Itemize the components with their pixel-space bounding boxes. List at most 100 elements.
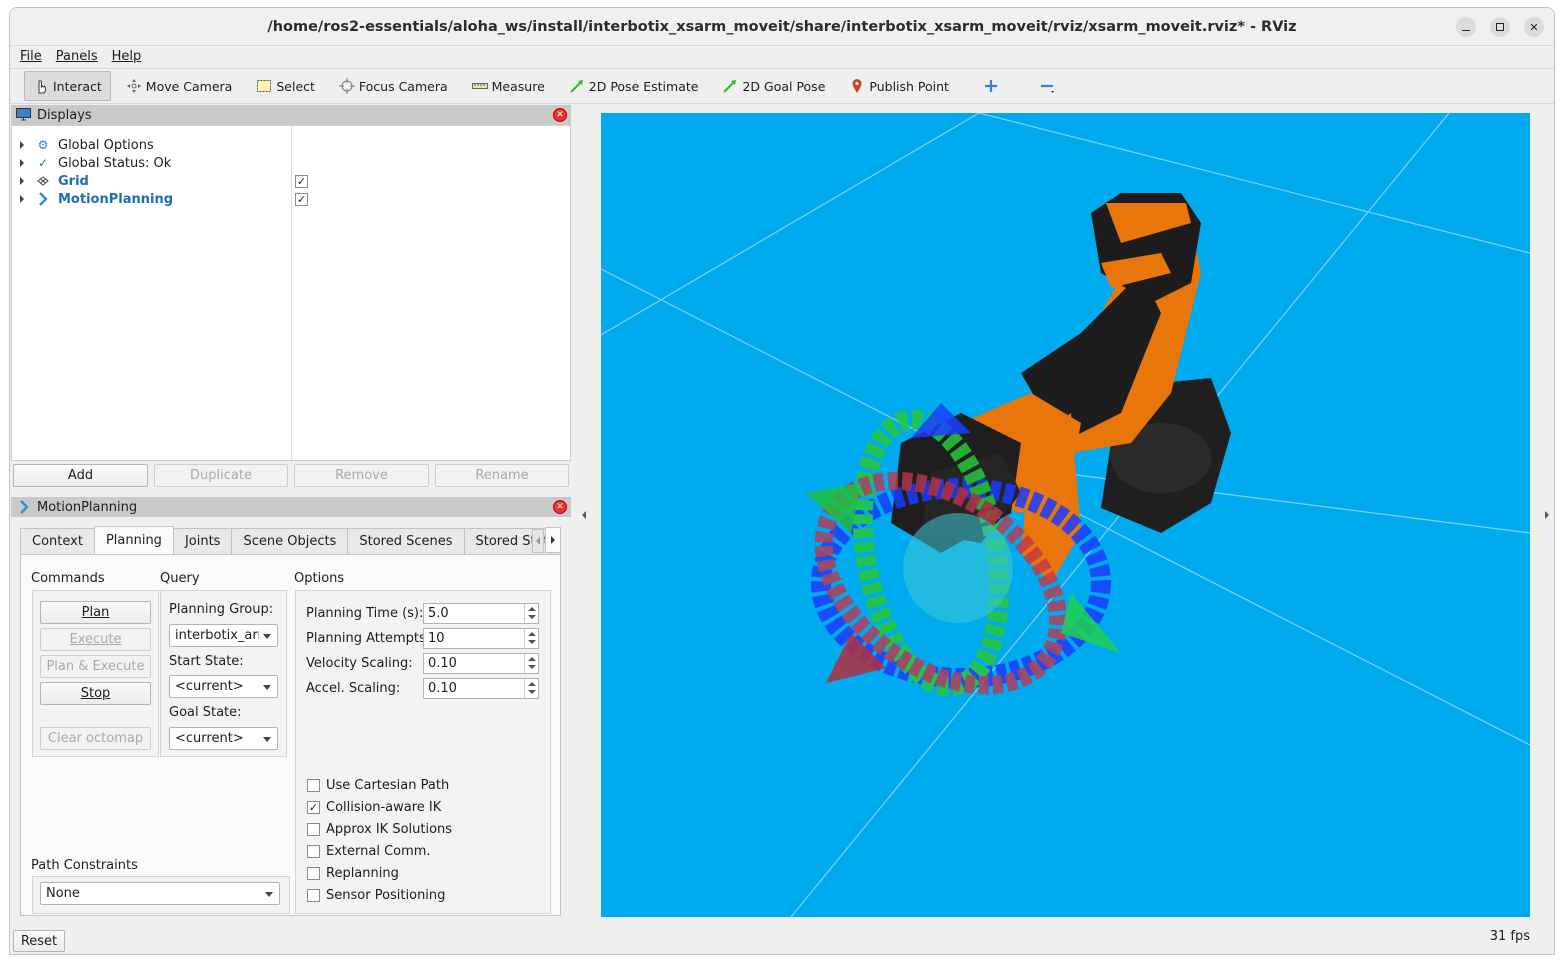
tab-scene-objects[interactable]: Scene Objects [231, 528, 349, 554]
close-window-button[interactable]: ✕ [1524, 17, 1544, 37]
scene-render [601, 113, 1530, 917]
tab-scroll-right-button[interactable] [545, 527, 561, 553]
accel-scaling-spinbox[interactable]: 0.10 [423, 678, 539, 699]
tool-select[interactable]: Select [247, 71, 324, 101]
menu-panels[interactable]: Panels [56, 49, 98, 64]
tab-planning[interactable]: Planning [93, 526, 174, 554]
green-arrow-icon [722, 78, 738, 94]
stop-label: Stop [80, 686, 111, 701]
expand-arrow-icon[interactable] [20, 177, 24, 185]
tool-move-camera[interactable]: Move Camera [117, 71, 242, 101]
options-heading: Options [294, 571, 345, 586]
rename-display-button[interactable]: Rename [435, 464, 569, 487]
remove-tool-button[interactable] [1030, 71, 1064, 101]
tool-label: Select [276, 78, 315, 94]
checkbox-label: Collision-aware IK [326, 800, 442, 815]
plan-button[interactable]: Plan [40, 601, 151, 624]
spinner-arrows-icon[interactable] [524, 604, 538, 623]
close-icon: ✕ [1529, 20, 1539, 34]
checkbox-box[interactable] [307, 889, 320, 902]
chevron-down-icon [263, 737, 271, 742]
start-state-select[interactable]: <current> [169, 675, 278, 698]
tab-context[interactable]: Context [20, 528, 95, 554]
menu-help[interactable]: Help [112, 49, 142, 64]
tool-label: Publish Point [869, 78, 949, 94]
planning-time-value: 5.0 [428, 606, 449, 621]
checkbox-label: Replanning [326, 866, 399, 881]
spinner-arrows-icon[interactable] [524, 654, 538, 673]
goal-state-select[interactable]: <current> [169, 727, 278, 750]
add-display-button[interactable]: Add [13, 464, 148, 487]
maximize-button[interactable] [1490, 17, 1510, 37]
checkbox-box[interactable] [307, 823, 320, 836]
goal-state-value: <current> [175, 731, 244, 746]
use-cartesian-path-checkbox[interactable]: Use Cartesian Path [307, 778, 449, 793]
menu-file[interactable]: File [20, 49, 42, 64]
clear-octomap-button[interactable]: Clear octomap [40, 727, 151, 750]
tool-label: Measure [491, 78, 545, 94]
tool-2d-goal-pose[interactable]: 2D Goal Pose [713, 71, 834, 101]
spinner-arrows-icon[interactable] [524, 629, 538, 648]
tool-publish-point[interactable]: Publish Point [840, 71, 958, 101]
checkbox-box[interactable]: ✓ [307, 801, 320, 814]
expand-arrow-icon[interactable] [20, 195, 24, 203]
checkbox-label: Use Cartesian Path [326, 778, 450, 793]
grid-enabled-checkbox[interactable]: ✓ [295, 174, 308, 188]
minus-icon [1039, 78, 1055, 94]
planning-attempts-value: 10 [428, 631, 445, 646]
checkbox-box[interactable] [307, 867, 320, 880]
motion-planning-panel-header: MotionPlanning ✕ [11, 497, 571, 517]
displays-title: Displays [37, 107, 92, 123]
execute-button[interactable]: Execute [40, 628, 151, 651]
tool-focus-camera[interactable]: Focus Camera [330, 71, 457, 101]
path-constraints-select[interactable]: None [40, 882, 280, 905]
display-item-global-status[interactable]: ✓ Global Status: Ok [12, 154, 570, 172]
duplicate-display-button[interactable]: Duplicate [154, 464, 288, 487]
collapse-left-icon[interactable] [582, 511, 586, 519]
tab-joints[interactable]: Joints [172, 528, 233, 554]
map-pin-icon [849, 78, 865, 94]
tab-stored-scenes[interactable]: Stored Scenes [347, 528, 465, 554]
velocity-scaling-spinbox[interactable]: 0.10 [423, 653, 539, 674]
plus-icon [983, 78, 999, 94]
expand-arrow-icon[interactable] [20, 141, 24, 149]
minimize-button[interactable] [1456, 17, 1476, 37]
plan-and-execute-button[interactable]: Plan & Execute [40, 655, 151, 678]
planning-attempts-spinbox[interactable]: 10 [423, 628, 539, 649]
external-comm-checkbox[interactable]: External Comm. [307, 844, 431, 859]
tab-scroll-left-button[interactable] [532, 529, 544, 553]
reset-button[interactable]: Reset [13, 930, 65, 952]
end-effector-sphere [903, 513, 1013, 623]
collapse-right-icon[interactable] [1545, 511, 1549, 519]
planning-group-select[interactable]: interbotix_arn [169, 624, 278, 647]
planning-time-spinbox[interactable]: 5.0 [423, 603, 539, 624]
motion-planning-enabled-checkbox[interactable]: ✓ [295, 192, 308, 206]
hand-pointer-icon [33, 78, 49, 94]
close-displays-icon[interactable]: ✕ [553, 108, 567, 122]
ruler-icon [471, 78, 488, 94]
render-viewport[interactable] [601, 113, 1530, 917]
remove-display-button[interactable]: Remove [294, 464, 429, 487]
sensor-positioning-checkbox[interactable]: Sensor Positioning [307, 888, 445, 903]
stop-button[interactable]: Stop [40, 682, 151, 705]
velocity-scaling-label: Velocity Scaling: [306, 656, 413, 671]
display-item-motion-planning[interactable]: MotionPlanning ✓ [12, 190, 570, 208]
display-item-global-options[interactable]: ⚙ Global Options [12, 136, 570, 154]
planning-time-label: Planning Time (s): [306, 606, 424, 621]
spinner-arrows-icon[interactable] [524, 679, 538, 698]
display-label: Global Options [58, 137, 154, 153]
approx-ik-solutions-checkbox[interactable]: Approx IK Solutions [307, 822, 452, 837]
checkbox-box[interactable] [307, 779, 320, 792]
tool-interact[interactable]: Interact [24, 71, 111, 101]
commands-heading: Commands [31, 571, 105, 586]
add-tool-button[interactable] [974, 71, 1008, 101]
execute-label: Execute [69, 632, 122, 647]
tool-2d-pose-estimate[interactable]: 2D Pose Estimate [560, 71, 708, 101]
collision-aware-ik-checkbox[interactable]: ✓ Collision-aware IK [307, 800, 441, 815]
replanning-checkbox[interactable]: Replanning [307, 866, 399, 881]
close-motion-planning-icon[interactable]: ✕ [553, 500, 567, 514]
tool-measure[interactable]: Measure [463, 71, 554, 101]
checkbox-box[interactable] [307, 845, 320, 858]
display-item-grid[interactable]: Grid ✓ [12, 172, 570, 190]
expand-arrow-icon[interactable] [20, 159, 24, 167]
